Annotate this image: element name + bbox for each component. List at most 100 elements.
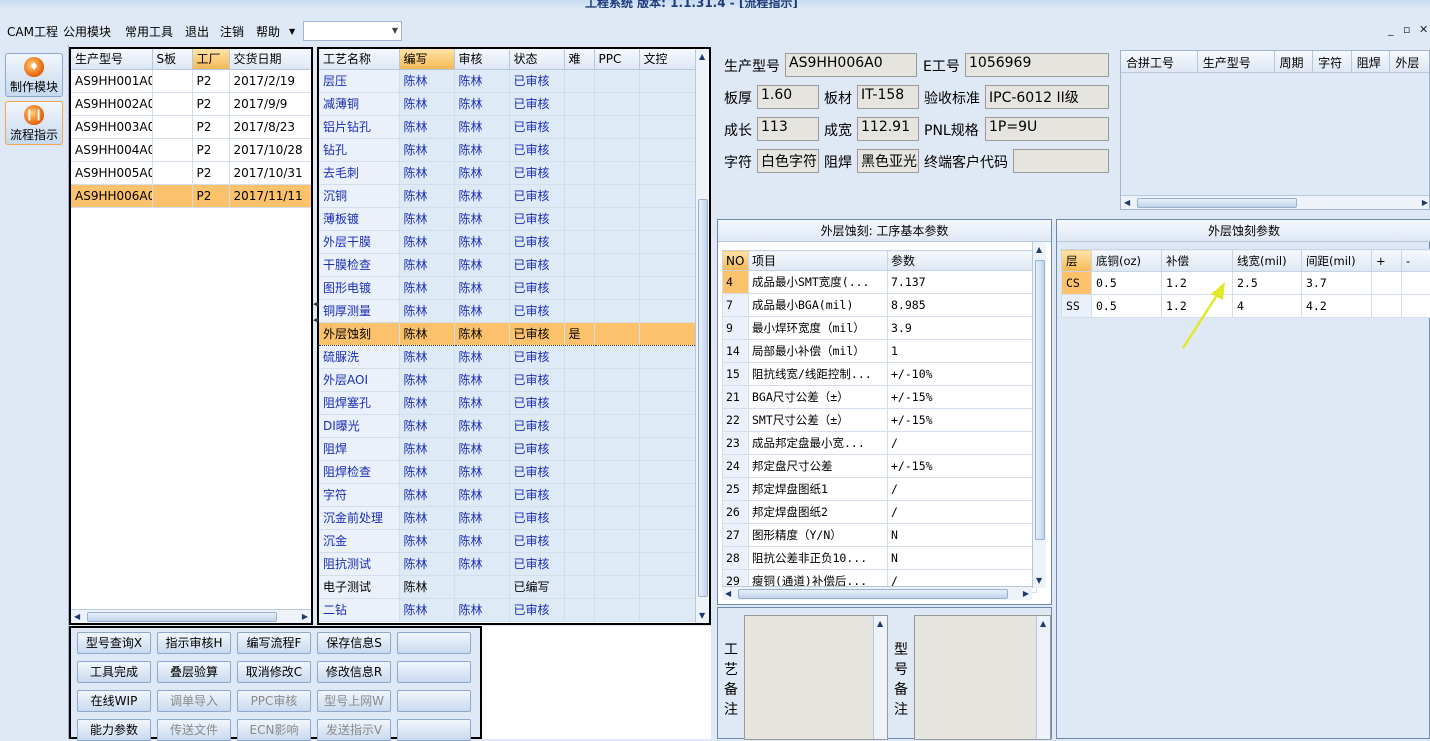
col-header[interactable]: PPC	[594, 49, 639, 69]
col-header[interactable]: 合拼工号	[1121, 51, 1198, 72]
action-button[interactable]: PPC审核	[237, 690, 311, 712]
table-row[interactable]: AS9HH002A0P22017/9/9	[71, 92, 311, 115]
action-button[interactable]: 发送指示V	[317, 719, 391, 741]
col-header[interactable]: 层	[1062, 250, 1092, 272]
model-notes-input[interactable]: ▲	[914, 615, 1051, 740]
table-row[interactable]: 干膜检查陈林陈林已审核	[319, 253, 695, 276]
action-button[interactable]	[397, 690, 471, 712]
col-header[interactable]: -	[1402, 250, 1430, 272]
model-field[interactable]: AS9HH006A0	[785, 53, 917, 77]
table-row[interactable]: 沉金前处理陈林陈林已审核	[319, 506, 695, 529]
action-button[interactable]: 保存信息S	[317, 632, 391, 654]
action-button[interactable]	[397, 719, 471, 741]
minimize-icon[interactable]: _	[1388, 23, 1394, 36]
chevron-down-icon[interactable]: ▼	[392, 26, 398, 35]
scroll-left-icon[interactable]: ◀	[725, 589, 731, 598]
scroll-up-icon[interactable]: ▲	[699, 52, 705, 61]
scroll-right-icon[interactable]: ▶	[302, 612, 308, 621]
table-row[interactable]: 铝片钻孔陈林陈林已审核	[319, 115, 695, 138]
table-row[interactable]: 阻抗测试陈林陈林已审核	[319, 552, 695, 575]
table-row[interactable]: 外层蚀刻陈林陈林已审核是	[319, 322, 695, 345]
table-row[interactable]: 27图形精度（Y/N）N	[723, 524, 1037, 547]
process-vscroll[interactable]: ▲ ▼	[695, 49, 709, 623]
col-header[interactable]: +	[1372, 250, 1402, 272]
table-row[interactable]: 28阻抗公差非正负10...N	[723, 547, 1037, 570]
table-row[interactable]: 硫脲洗陈林陈林已审核	[319, 345, 695, 368]
table-row[interactable]: 沉铜陈林陈林已审核	[319, 184, 695, 207]
col-header[interactable]: 底铜(oz)	[1092, 250, 1162, 272]
table-row[interactable]: AS9HH004A0P22017/10/28	[71, 138, 311, 161]
table-row[interactable]: 阻焊陈林陈林已审核	[319, 437, 695, 460]
table-row[interactable]: 21BGA尺寸公差（±）+/-15%	[723, 386, 1037, 409]
table-row[interactable]: 去毛刺陈林陈林已审核	[319, 161, 695, 184]
col-header[interactable]: 生产型号	[71, 49, 152, 69]
action-button[interactable]: 叠层验算	[157, 661, 231, 683]
table-row[interactable]: 外层AOI陈林陈林已审核	[319, 368, 695, 391]
action-button[interactable]: 编写流程F	[237, 632, 311, 654]
table-row[interactable]: 15阻抗线宽/线距控制...+/-10%	[723, 363, 1037, 386]
basic-vscroll[interactable]: ▲ ▼	[1032, 242, 1046, 588]
table-row[interactable]: AS9HH001A0P22017/2/19	[71, 69, 311, 92]
col-header[interactable]: 难	[564, 49, 594, 69]
nav-make-module[interactable]: ♦ 制作模块	[5, 53, 63, 97]
table-row[interactable]: 阻焊塞孔陈林陈林已审核	[319, 391, 695, 414]
mask-field[interactable]: 黑色亚光	[857, 149, 919, 173]
table-row[interactable]: 钻孔陈林陈林已审核	[319, 138, 695, 161]
col-header[interactable]: 文控	[639, 49, 695, 69]
table-row[interactable]: 薄板镀陈林陈林已审核	[319, 207, 695, 230]
merge-hscroll[interactable]: ◀ ▶	[1121, 195, 1430, 209]
table-row[interactable]: 24邦定盘尺寸公差+/-15%	[723, 455, 1037, 478]
col-header[interactable]: 周期	[1275, 51, 1314, 72]
standard-field[interactable]: IPC-6012 II级	[985, 85, 1109, 109]
action-button[interactable]	[397, 632, 471, 654]
col-header[interactable]: 审核	[454, 49, 509, 69]
table-row[interactable]: 阻焊检查陈林陈林已审核	[319, 460, 695, 483]
menu-exit[interactable]: 退出	[185, 23, 209, 40]
table-row[interactable]: CS0.51.22.53.7	[1062, 272, 1430, 295]
table-row[interactable]: 铜厚测量陈林陈林已审核	[319, 299, 695, 322]
scroll-right-icon[interactable]: ▶	[1422, 198, 1428, 207]
table-row[interactable]: 图形电镀陈林陈林已审核	[319, 276, 695, 299]
e-no-field[interactable]: 1056969	[965, 53, 1109, 77]
pnl-field[interactable]: 1P=9U	[985, 117, 1109, 141]
table-row[interactable]: AS9HH003A0P22017/8/23	[71, 115, 311, 138]
scroll-up-icon[interactable]: ▲	[877, 619, 883, 628]
menu-public[interactable]: 公用模块	[63, 23, 111, 40]
menu-cam[interactable]: CAM工程	[7, 23, 58, 40]
col-header[interactable]: 外层	[1390, 51, 1429, 72]
table-row[interactable]: 层压陈林陈林已审核	[319, 69, 695, 92]
col-header[interactable]: 工艺名称	[319, 49, 399, 69]
splitter-handle[interactable]: ◀◀	[313, 300, 318, 324]
basic-hscroll[interactable]: ◀ ▶	[722, 586, 1032, 600]
action-button[interactable]: 取消修改C	[237, 661, 311, 683]
col-header[interactable]: 线宽(mil)	[1233, 250, 1302, 272]
table-row[interactable]: 26邦定焊盘图纸2/	[723, 501, 1037, 524]
scroll-left-icon[interactable]: ◀	[1124, 198, 1130, 207]
action-button[interactable]: 指示审核H	[157, 632, 231, 654]
scroll-down-icon[interactable]: ▼	[1036, 576, 1042, 585]
table-row[interactable]: 二钻陈林陈林已审核	[319, 598, 695, 621]
width-field[interactable]: 112.91	[857, 117, 919, 141]
table-row[interactable]: 7成品最小BGA(mil)8.985	[723, 294, 1037, 317]
scroll-left-icon[interactable]: ◀	[74, 612, 80, 621]
action-button[interactable]: 能力参数	[77, 719, 151, 741]
table-row[interactable]: SS0.51.244.2	[1062, 295, 1430, 318]
action-button[interactable]: 调单导入	[157, 690, 231, 712]
col-header[interactable]: 生产型号	[1198, 51, 1275, 72]
action-button[interactable]: 型号查询X	[77, 632, 151, 654]
close-icon[interactable]: ✕	[1419, 23, 1428, 36]
table-row[interactable]: 字符陈林陈林已审核	[319, 483, 695, 506]
table-row[interactable]: 4成品最小SMT宽度(...7.137	[723, 271, 1037, 294]
table-row[interactable]: 沉金陈林陈林已审核	[319, 529, 695, 552]
col-header[interactable]: 字符	[1313, 51, 1352, 72]
action-button[interactable]: 修改信息R	[317, 661, 391, 683]
customer-code-field[interactable]	[1013, 149, 1109, 173]
length-field[interactable]: 113	[757, 117, 819, 141]
col-header[interactable]: 参数	[888, 251, 1037, 271]
table-row[interactable]: 9最小焊环宽度（mil）3.9	[723, 317, 1037, 340]
chevron-down-icon[interactable]: ▼	[289, 27, 295, 36]
notes-vscroll[interactable]: ▲	[1036, 616, 1050, 739]
col-header[interactable]: 工厂	[192, 49, 229, 69]
col-header[interactable]: S板	[152, 49, 192, 69]
process-notes-input[interactable]: ▲	[744, 615, 888, 740]
